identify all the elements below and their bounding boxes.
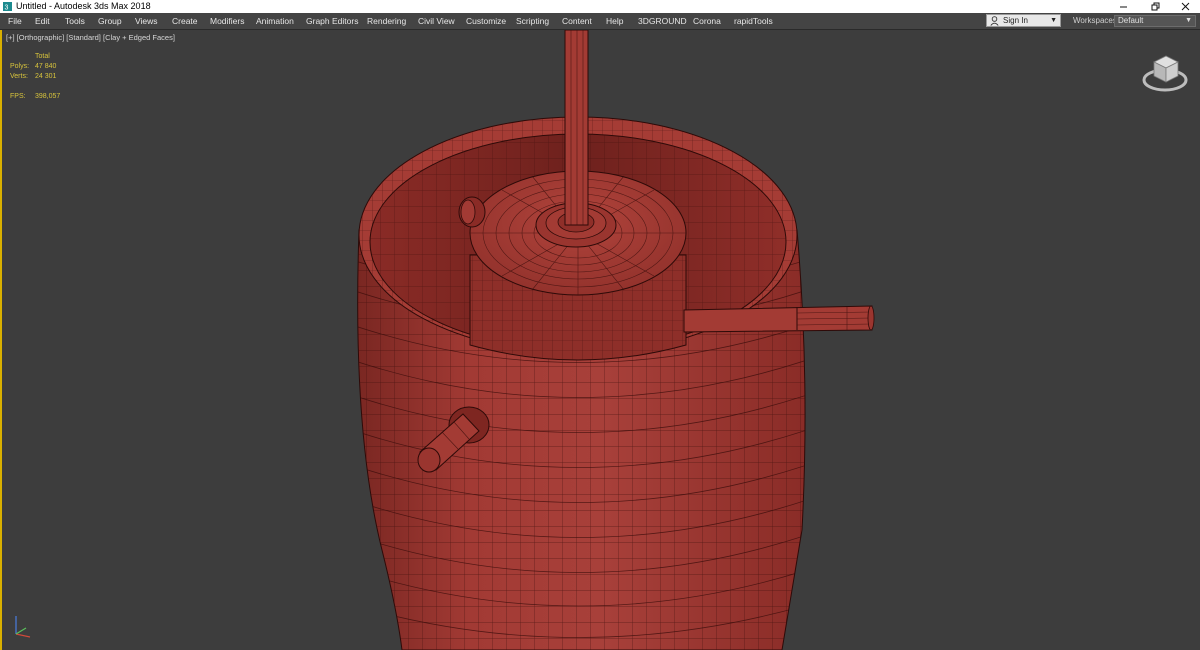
stats-polys-label: Polys:	[10, 63, 30, 70]
menu-file[interactable]: File	[8, 13, 22, 29]
workspaces-select[interactable]: Default ▼	[1114, 15, 1196, 27]
menu-edit[interactable]: Edit	[35, 13, 50, 29]
3dsmax-logo-icon: 3	[3, 2, 12, 11]
menu-views[interactable]: Views	[135, 13, 158, 29]
chevron-down-icon: ▼	[1050, 17, 1057, 24]
barrel-model[interactable]	[2, 30, 1200, 650]
restore-icon	[1151, 2, 1159, 11]
viewport-point-of-view[interactable]: [Orthographic]	[17, 33, 65, 42]
menu-modifiers[interactable]: Modifiers	[210, 13, 244, 29]
close-icon	[1181, 2, 1189, 11]
menu-3dground[interactable]: 3DGROUND	[638, 13, 687, 29]
window-title: Untitled - Autodesk 3ds Max 2018	[16, 1, 151, 11]
menu-tools[interactable]: Tools	[65, 13, 85, 29]
perspective-viewport[interactable]: [+] [Orthographic] [Standard] [Clay + Ed…	[0, 30, 1200, 650]
vertical-shaft	[564, 30, 589, 226]
stats-verts-value: 24 301	[35, 73, 57, 80]
menu-graph-editors[interactable]: Graph Editors	[306, 13, 358, 29]
stats-verts-label: Verts:	[10, 73, 28, 80]
menu-scripting[interactable]: Scripting	[516, 13, 549, 29]
close-button[interactable]	[1170, 0, 1200, 13]
menu-corona[interactable]: Corona	[693, 13, 721, 29]
stats-polys-value: 47 840	[35, 63, 57, 70]
axis-tripod-icon	[15, 616, 31, 638]
menu-rendering[interactable]: Rendering	[367, 13, 406, 29]
sign-in-dropdown[interactable]: Sign In ▼	[986, 14, 1061, 27]
menu-customize[interactable]: Customize	[466, 13, 506, 29]
menu-help[interactable]: Help	[606, 13, 623, 29]
sign-in-label: Sign In	[1003, 16, 1028, 25]
stats-fps-value: 398,057	[35, 93, 61, 100]
right-pipe	[683, 305, 873, 333]
stats-fps-label: FPS:	[10, 93, 26, 100]
chevron-down-icon: ▼	[1185, 17, 1192, 24]
minimize-button[interactable]	[1108, 0, 1138, 13]
workspaces-value: Default	[1118, 16, 1144, 25]
viewport-statistics: Total Polys: 47 840 Verts: 24 301 FPS: 398,…	[10, 52, 90, 102]
stats-header: Total	[35, 53, 50, 60]
menu-group[interactable]: Group	[98, 13, 122, 29]
title-bar: 3 Untitled - Autodesk 3ds Max 2018	[0, 0, 1200, 13]
minimize-icon	[1119, 6, 1127, 8]
viewcube-icon[interactable]	[1140, 48, 1190, 94]
viewport-label: [+] [Orthographic] [Standard] [Clay + Ed…	[6, 33, 175, 42]
menu-rapidtools[interactable]: rapidTools	[734, 13, 773, 29]
menu-content[interactable]: Content	[562, 13, 592, 29]
workspaces-label: Workspaces:	[1073, 16, 1120, 25]
restore-button[interactable]	[1140, 0, 1170, 13]
viewport-shading-mode[interactable]: [Clay + Edged Faces]	[103, 33, 175, 42]
svg-text:3: 3	[5, 5, 9, 12]
menu-create[interactable]: Create	[172, 13, 198, 29]
menu-civil-view[interactable]: Civil View	[418, 13, 455, 29]
user-icon	[990, 16, 999, 26]
viewport-menu-plus[interactable]: [+]	[6, 33, 15, 42]
menu-animation[interactable]: Animation	[256, 13, 294, 29]
viewport-view-mode[interactable]: [Standard]	[66, 33, 101, 42]
